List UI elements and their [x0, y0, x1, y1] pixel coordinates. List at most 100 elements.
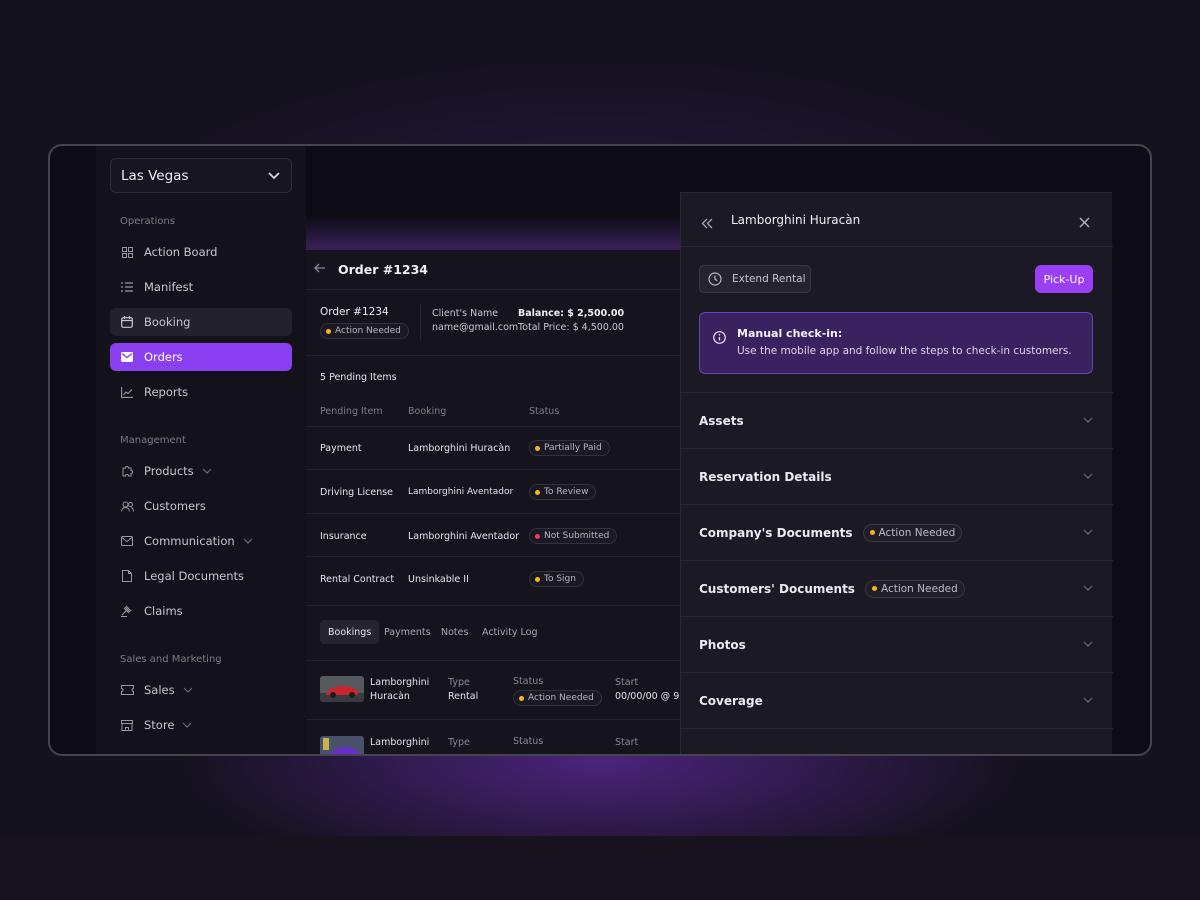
- status-label: Status: [513, 676, 544, 687]
- type-label: Type: [448, 737, 470, 748]
- sidebar-item-label: Manifest: [144, 280, 194, 294]
- sidebar-item-booking[interactable]: Booking: [110, 308, 292, 336]
- balance: Balance: $ 2,500.00: [518, 308, 625, 319]
- section-title-sales-marketing: Sales and Marketing: [120, 654, 222, 665]
- sidebar-item-store[interactable]: Store: [110, 711, 292, 739]
- section-title-management: Management: [120, 435, 186, 446]
- start-value: 00/00/00 @ 9:: [615, 691, 683, 702]
- chart-icon: [120, 385, 134, 399]
- booking-name: Unsinkable II: [408, 574, 469, 585]
- divider: [306, 556, 686, 557]
- chevron-down-icon: [1083, 413, 1093, 426]
- chevron-down-icon: [243, 536, 253, 547]
- extend-rental-label: Extend Rental: [732, 273, 806, 285]
- status-badge: Action Needed: [513, 690, 602, 706]
- status-dot: [326, 328, 331, 334]
- section-company-documents[interactable]: Company's Documents Action Needed: [681, 504, 1113, 560]
- double-chevron-left-icon[interactable]: [701, 214, 713, 233]
- extend-rental-button[interactable]: Extend Rental: [699, 265, 811, 293]
- list-icon: [120, 280, 134, 294]
- car-thumbnail: [320, 736, 364, 754]
- status-dot: [869, 530, 875, 535]
- section-more[interactable]: [681, 728, 1113, 754]
- sidebar-item-action-board[interactable]: Action Board: [110, 238, 292, 266]
- column-header: Pending Item: [320, 406, 383, 417]
- tab-activity-log[interactable]: Activity Log: [474, 620, 546, 644]
- sidebar-item-label: Action Board: [144, 245, 218, 259]
- sidebar-item-manifest[interactable]: Manifest: [110, 273, 292, 301]
- close-icon[interactable]: [1079, 213, 1090, 232]
- users-icon: [120, 499, 134, 513]
- pending-count: 5 Pending Items: [320, 372, 397, 383]
- status-badge: Action Needed: [864, 579, 965, 598]
- section-reservation-details[interactable]: Reservation Details: [681, 448, 1113, 504]
- pending-item: Payment: [320, 443, 362, 454]
- section-photos[interactable]: Photos: [681, 616, 1113, 672]
- tab-payments[interactable]: Payments: [376, 620, 439, 644]
- status-label: Action Needed: [878, 526, 956, 539]
- status-label: Not Submitted: [544, 531, 610, 541]
- status-label: Partially Paid: [544, 443, 602, 453]
- order-summary: Order #1234 Action Needed Client's Name …: [306, 290, 686, 356]
- booking-name: Lamborghini Aventador: [408, 531, 520, 542]
- status-label: Status: [513, 736, 544, 747]
- location-select[interactable]: Las Vegas: [110, 158, 292, 193]
- status-dot: [519, 695, 524, 701]
- sidebar-item-customers[interactable]: Customers: [110, 492, 292, 520]
- chevron-down-icon: [1083, 693, 1093, 706]
- location-label: Las Vegas: [121, 167, 189, 184]
- alert-title: Manual check-in:: [737, 327, 843, 340]
- chevron-down-icon: [202, 466, 212, 477]
- section-label: Customers' Documents: [699, 581, 855, 596]
- pick-up-button[interactable]: Pick-Up: [1035, 265, 1093, 293]
- status-dot: [535, 489, 540, 495]
- sidebar-item-communication[interactable]: Communication: [110, 527, 292, 555]
- ticket-icon: [120, 683, 134, 697]
- divider: [306, 469, 686, 470]
- car-thumbnail: [320, 676, 364, 702]
- chevron-down-icon: [182, 720, 192, 731]
- mail-icon: [120, 350, 134, 364]
- pending-item: Insurance: [320, 531, 367, 542]
- puzzle-icon: [120, 464, 134, 478]
- status-badge: Action Needed: [862, 523, 963, 542]
- section-label: Assets: [699, 413, 744, 428]
- status-dot: [535, 445, 540, 451]
- tab-bookings[interactable]: Bookings: [320, 620, 380, 644]
- divider: [306, 605, 686, 606]
- sidebar-item-sales[interactable]: Sales: [110, 676, 292, 704]
- section-coverage[interactable]: Coverage: [681, 672, 1113, 728]
- tab-notes[interactable]: Notes: [433, 620, 476, 644]
- calendar-icon: [120, 315, 134, 329]
- sidebar-item-claims[interactable]: Claims: [110, 597, 292, 625]
- booking-name: Lamborghini: [370, 737, 430, 748]
- booking-name: Lamborghini: [370, 677, 430, 688]
- column-header: Status: [529, 406, 560, 417]
- column-header: Booking: [408, 406, 447, 417]
- section-label: Photos: [699, 637, 746, 652]
- status-label: Action Needed: [880, 582, 958, 595]
- status-label: Action Needed: [528, 693, 594, 703]
- alert-text: Use the mobile app and follow the steps …: [737, 345, 1072, 357]
- grid-icon: [120, 245, 134, 259]
- panel-glow: [306, 216, 686, 250]
- sidebar-item-products[interactable]: Products: [110, 457, 292, 485]
- booking-name: Huracàn: [370, 691, 410, 702]
- mail-icon: [120, 534, 134, 548]
- sidebar-item-reports[interactable]: Reports: [110, 378, 292, 406]
- sidebar-item-label: Orders: [144, 350, 183, 364]
- detail-drawer: Lamborghini Huracàn Extend Rental Pick-U…: [680, 192, 1113, 754]
- arrow-left-icon[interactable]: [314, 262, 326, 277]
- chevron-down-icon: [183, 685, 193, 696]
- section-label: Coverage: [699, 693, 763, 708]
- status-label: To Sign: [544, 574, 576, 584]
- section-assets[interactable]: Assets: [681, 392, 1113, 448]
- sidebar-item-orders[interactable]: Orders: [110, 343, 292, 371]
- store-icon: [120, 718, 134, 732]
- sidebar-item-label: Reports: [144, 385, 189, 399]
- type-value: Rental: [448, 691, 479, 702]
- start-label: Start: [615, 677, 639, 688]
- section-customers-documents[interactable]: Customers' Documents Action Needed: [681, 560, 1113, 616]
- sidebar-item-legal-documents[interactable]: Legal Documents: [110, 562, 292, 590]
- sidebar-item-label: Products: [144, 464, 194, 478]
